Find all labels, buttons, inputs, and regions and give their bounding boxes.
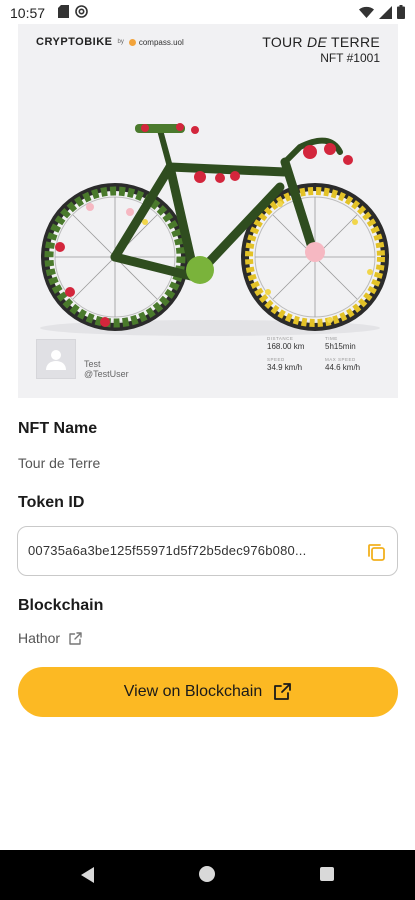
copy-icon <box>368 544 385 561</box>
ride-stats: DISTANCE 168.00 km TIME 5h15min SPEED 34… <box>267 336 383 372</box>
stat-label: DISTANCE <box>267 336 294 341</box>
wifi-icon <box>359 6 374 18</box>
owner-name: Test <box>84 359 101 369</box>
title-italic: DE <box>307 34 328 50</box>
nft-name-value: Tour de Terre <box>18 455 101 471</box>
external-link-icon <box>69 631 82 645</box>
nav-home-button[interactable] <box>199 866 215 882</box>
status-time: 10:57 <box>10 5 46 21</box>
brand-name: CRYPTOBIKE <box>36 36 113 48</box>
stat-value: 168.00 km <box>267 342 305 351</box>
blockchain-label: Blockchain <box>18 597 104 614</box>
stat-distance: DISTANCE 168.00 km <box>267 336 325 351</box>
stat-value: 44.6 km/h <box>325 363 361 372</box>
blockchain-link[interactable]: Hathor <box>18 630 83 646</box>
stat-value: 5h15min <box>325 342 356 351</box>
avatar <box>36 339 76 379</box>
bike-artwork <box>40 123 389 336</box>
battery-icon <box>397 5 405 19</box>
view-on-blockchain-button[interactable]: View on Blockchain <box>18 667 398 717</box>
nft-edition: NFT #1001 <box>320 51 380 65</box>
nft-name-label: NFT Name <box>18 420 98 437</box>
stat-value: 34.9 km/h <box>267 363 303 372</box>
view-on-blockchain-label: View on Blockchain <box>123 683 263 700</box>
brand-partner: compass.uol <box>138 37 184 47</box>
triangle-back-icon <box>81 867 94 883</box>
stat-label: SPEED <box>267 357 285 362</box>
user-icon <box>46 350 66 370</box>
stat-speed: SPEED 34.9 km/h <box>267 357 325 372</box>
stat-label: TIME <box>325 336 338 341</box>
stat-label: MAX SPEED <box>325 357 356 362</box>
nav-back-button[interactable] <box>78 865 96 890</box>
partner-logo-icon <box>128 38 136 46</box>
owner-info: Test @TestUser <box>36 339 129 379</box>
sd-card-icon <box>58 5 69 18</box>
token-id-label: Token ID <box>18 494 85 511</box>
token-id-value: 00735a6a3be125f55971d5f72b5dec976b080... <box>28 543 307 558</box>
nav-recents-button[interactable] <box>320 867 334 881</box>
token-id-field[interactable]: 00735a6a3be125f55971d5f72b5dec976b080... <box>17 526 398 576</box>
nft-card: CRYPTOBIKE by compass.uol TOUR DE TERRE … <box>18 24 398 398</box>
owner-handle: @TestUser <box>84 369 129 379</box>
stat-time: TIME 5h15min <box>325 336 383 351</box>
stat-max-speed: MAX SPEED 44.6 km/h <box>325 357 383 372</box>
title-end: TERRE <box>327 34 380 50</box>
brand-by: by <box>117 39 124 45</box>
signal-icon <box>379 5 392 19</box>
at-sign-icon <box>75 5 88 18</box>
blockchain-value: Hathor <box>18 630 61 646</box>
title-main: TOUR <box>262 34 308 50</box>
card-title: TOUR DE TERRE NFT #1001 <box>262 34 380 65</box>
status-bar: 10:57 <box>0 0 415 26</box>
system-nav-bar <box>0 850 415 900</box>
external-link-icon <box>274 683 292 700</box>
brand-logo: CRYPTOBIKE by compass.uol <box>36 36 184 48</box>
copy-button[interactable] <box>365 541 387 563</box>
